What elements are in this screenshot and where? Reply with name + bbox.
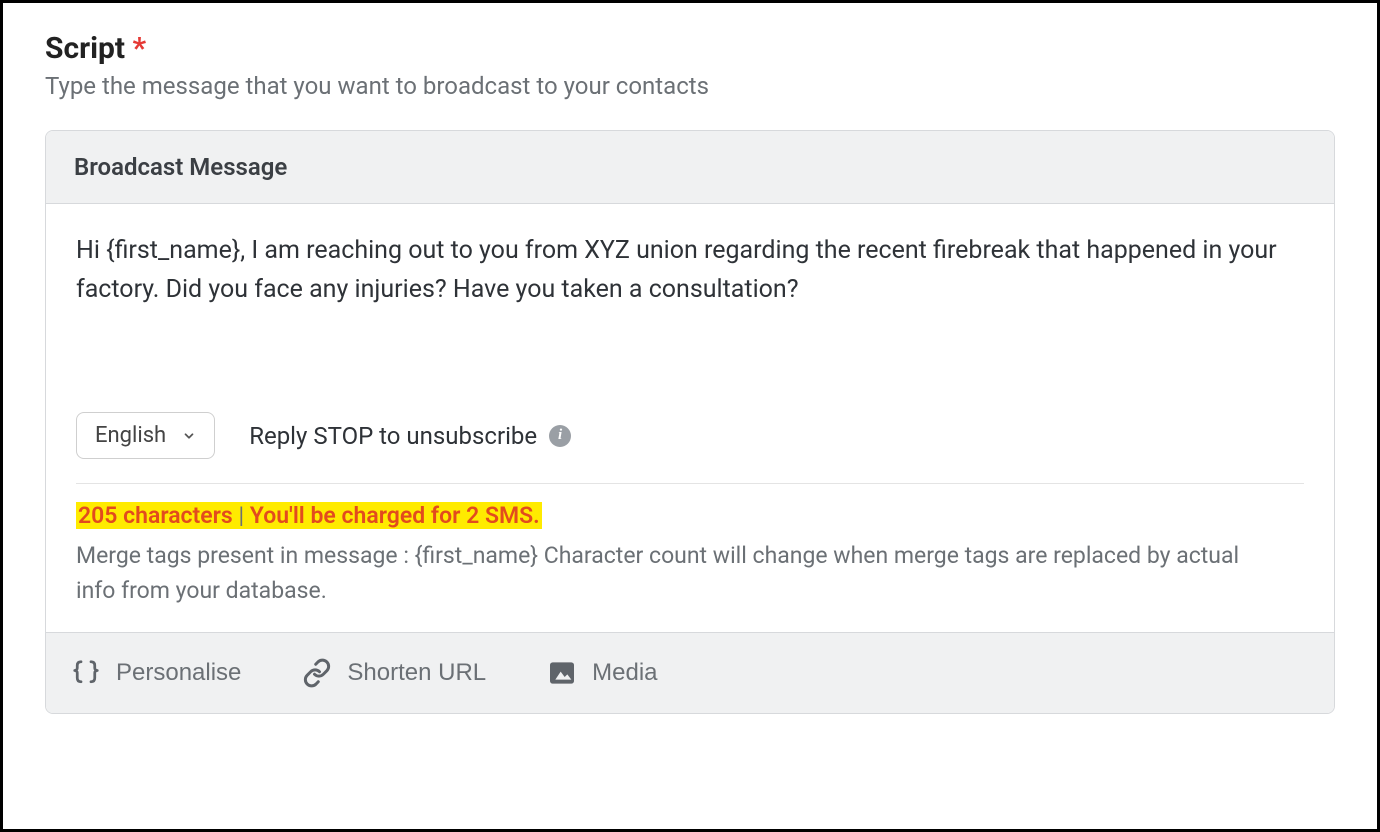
shorten-url-button[interactable]: Shorten URL	[299, 653, 488, 693]
chevron-down-icon	[182, 429, 196, 443]
language-select-value: English	[95, 423, 166, 448]
language-select[interactable]: English	[76, 412, 215, 459]
link-icon	[301, 657, 333, 689]
media-label: Media	[592, 659, 657, 687]
info-icon[interactable]: i	[549, 425, 571, 447]
image-icon	[546, 657, 578, 689]
section-title: Script *	[45, 31, 1335, 66]
sms-charge: You'll be charged for 2 SMS.	[250, 502, 540, 529]
count-block: 205 characters | You'll be charged for 2…	[76, 484, 1304, 632]
shorten-url-label: Shorten URL	[347, 659, 486, 687]
media-button[interactable]: Media	[544, 653, 659, 693]
card-footer: Personalise Shorten URL	[46, 632, 1334, 713]
count-highlight: 205 characters | You'll be charged for 2…	[76, 502, 542, 529]
card-body: Hi {first_name}, I am reaching out to yo…	[46, 204, 1334, 632]
personalise-button[interactable]: Personalise	[68, 653, 243, 693]
unsubscribe-hint-text: Reply STOP to unsubscribe	[249, 422, 537, 450]
merge-tags-note: Merge tags present in message : {first_n…	[76, 539, 1276, 608]
personalise-label: Personalise	[116, 659, 241, 687]
required-asterisk: *	[133, 31, 147, 66]
count-separator: |	[233, 502, 250, 529]
broadcast-card: Broadcast Message Hi {first_name}, I am …	[45, 130, 1335, 714]
braces-icon	[70, 657, 102, 689]
controls-row: English Reply STOP to unsubscribe i	[76, 412, 1304, 484]
card-header: Broadcast Message	[46, 131, 1334, 204]
unsubscribe-hint: Reply STOP to unsubscribe i	[249, 422, 571, 450]
script-panel: Script * Type the message that you want …	[0, 0, 1380, 832]
message-textarea[interactable]: Hi {first_name}, I am reaching out to yo…	[76, 232, 1304, 392]
section-title-text: Script	[45, 31, 125, 66]
section-subtitle: Type the message that you want to broadc…	[45, 72, 1335, 100]
character-count: 205 characters	[78, 502, 233, 529]
